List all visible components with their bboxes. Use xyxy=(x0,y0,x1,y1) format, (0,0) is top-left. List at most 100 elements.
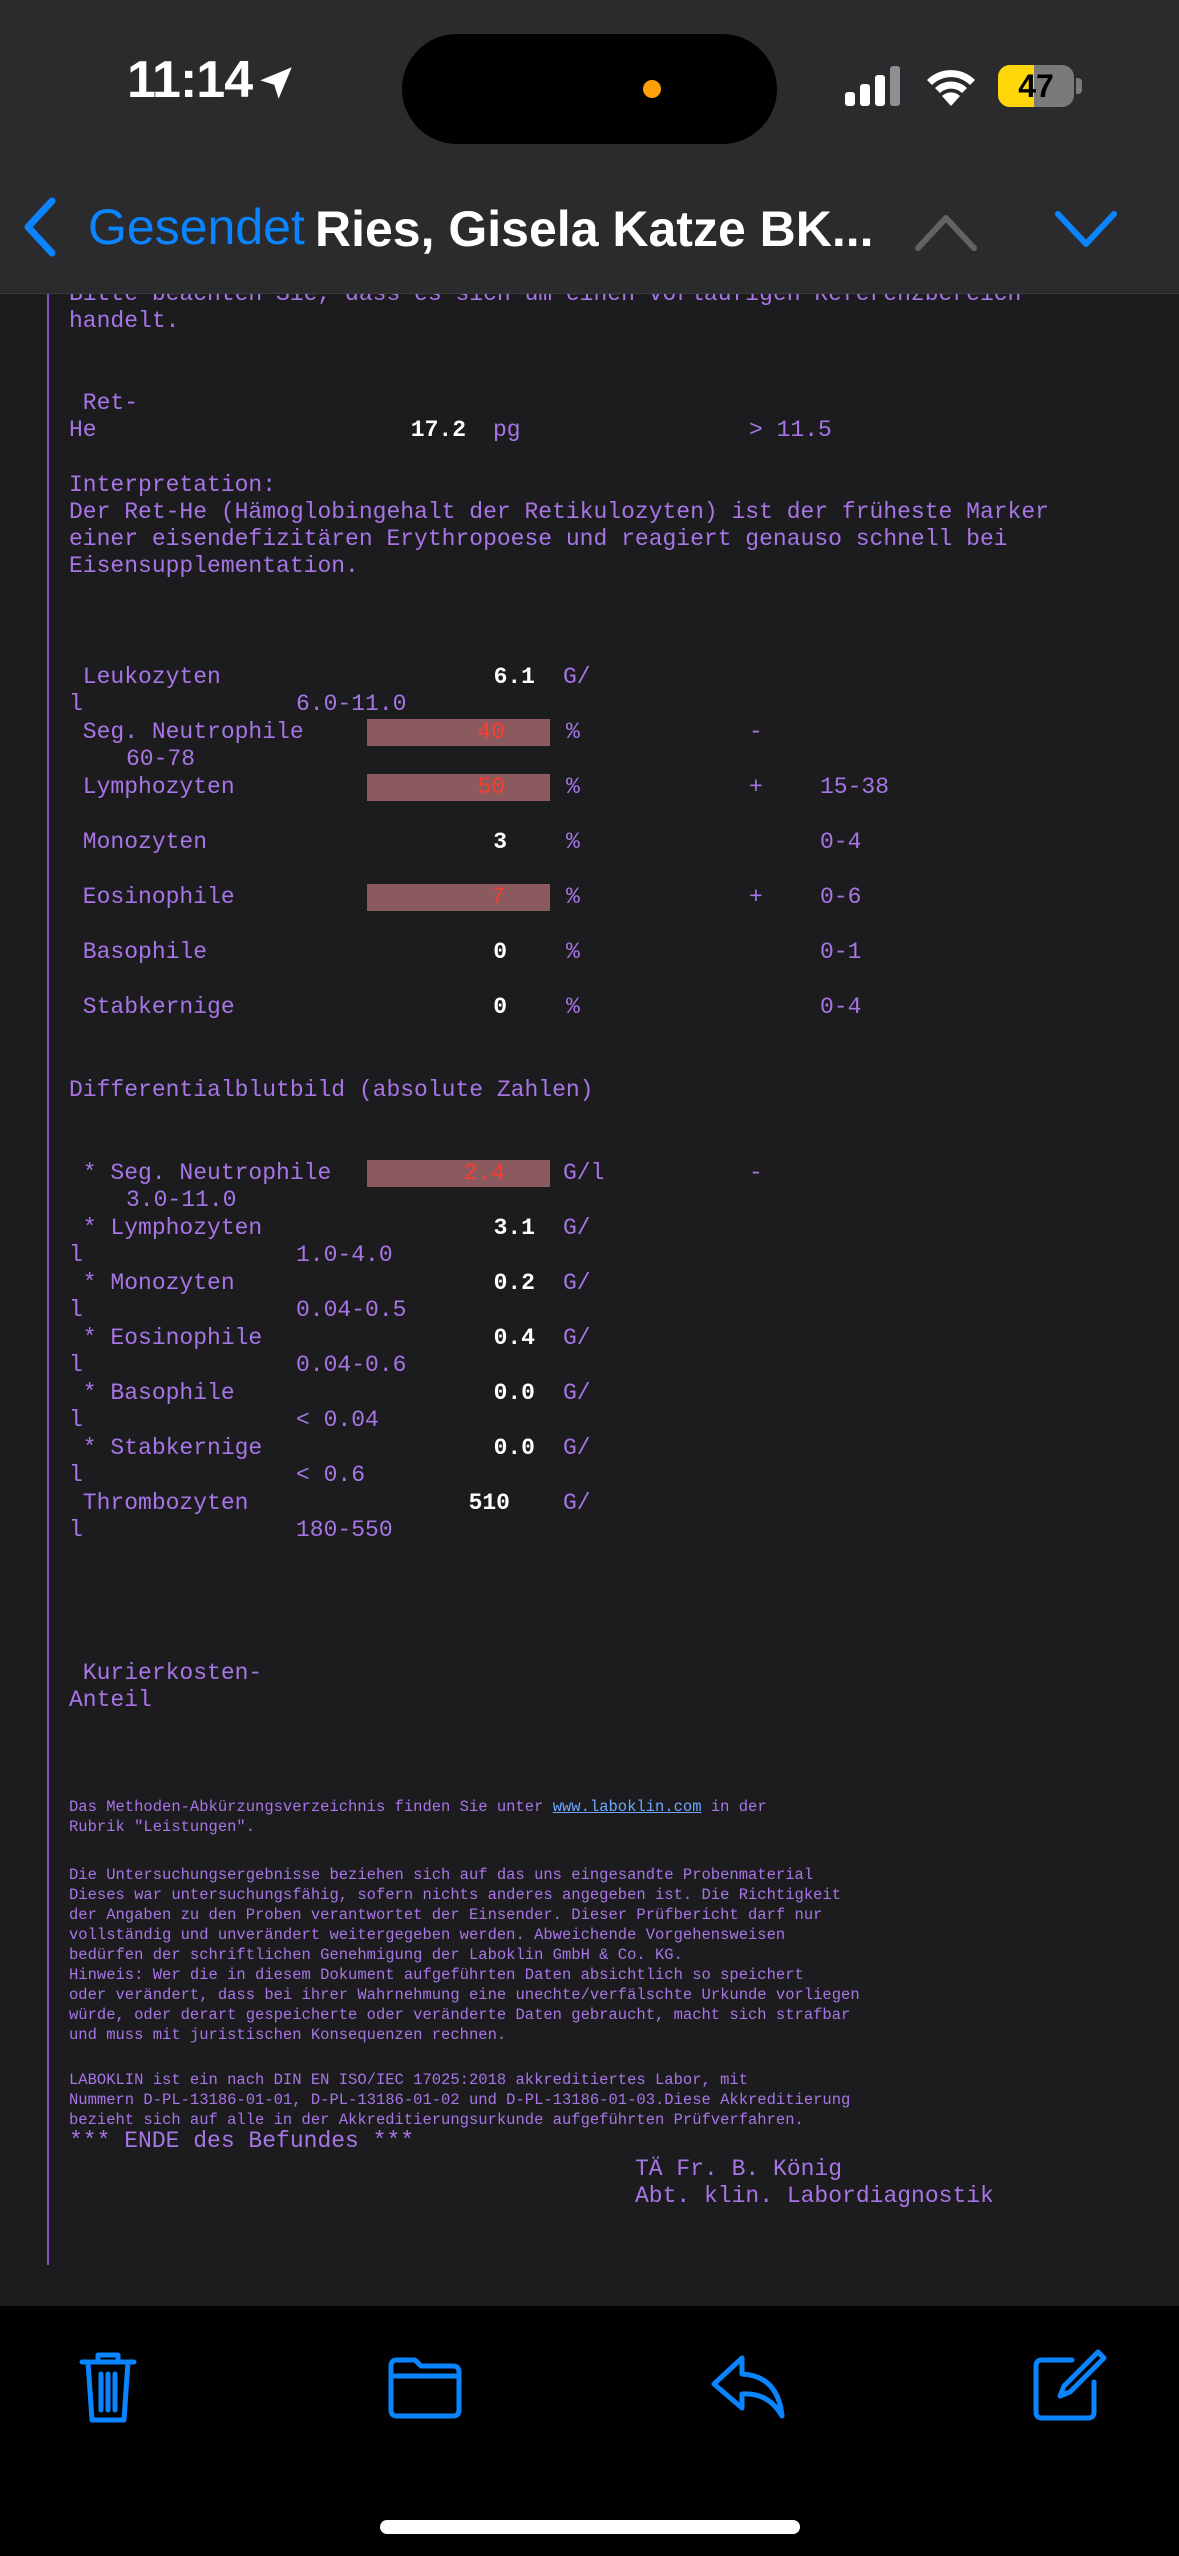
basophile-value: 0 xyxy=(493,939,507,965)
thrombozyten-unit: G/ xyxy=(563,1490,591,1516)
abs-stabkernige-unit: G/ xyxy=(563,1435,591,1461)
trash-icon[interactable] xyxy=(68,2346,148,2426)
abs-basophile-value: 0.0 xyxy=(493,1380,535,1406)
basophile-ref: 0-1 xyxy=(820,939,862,965)
wifi-icon xyxy=(927,70,975,106)
quote-rule xyxy=(47,294,49,2265)
cellular-signal-icon xyxy=(845,66,900,106)
disclaimer-line: Die Untersuchungsergebnisse beziehen sic… xyxy=(69,1866,814,1884)
abs-monozyten-ref: 0.04-0.5 xyxy=(296,1297,407,1323)
abs-monozyten-unit: G/ xyxy=(563,1270,591,1296)
disclaimer-line: Dieses war untersuchungsfähig, sofern ni… xyxy=(69,1886,842,1904)
signature-name: TÄ Fr. B. König xyxy=(635,2156,843,2182)
eosinophile-unit: % xyxy=(566,884,580,910)
abs-seg-neutrophile-ref: 3.0-11.0 xyxy=(126,1187,237,1213)
seg-neutrophile-flag: - xyxy=(749,719,763,745)
disclaimer-line: oder verändert, dass bei ihrer Wahrnehmu… xyxy=(69,1986,860,2004)
reply-icon[interactable] xyxy=(708,2346,788,2426)
back-label: Gesendet xyxy=(88,199,305,255)
battery-cap xyxy=(1076,78,1082,94)
navigation-bar: Gesendet Ries, Gisela Katze BK... xyxy=(0,160,1179,294)
interpretation-line: Der Ret-He (Hämoglobingehalt der Retikul… xyxy=(69,499,1049,525)
seg-neutrophile-unit: % xyxy=(566,719,580,745)
abs-monozyten-value: 0.2 xyxy=(493,1270,535,1296)
eosinophile-flag: + xyxy=(749,884,763,910)
abs-monozyten-unit-wrap: l xyxy=(69,1297,83,1323)
abs-eosinophile-unit-wrap: l xyxy=(69,1352,83,1378)
disclaimer-line: vollständig und unverändert weitergegebe… xyxy=(69,1926,786,1944)
monozyten-ref: 0-4 xyxy=(820,829,862,855)
basophile-label: Basophile xyxy=(69,939,208,965)
abs-eosinophile-unit: G/ xyxy=(563,1325,591,1351)
thrombozyten-unit-wrap: l xyxy=(69,1517,83,1543)
disclaimer-line: bedürfen der schriftlichen Genehmigung d… xyxy=(69,1946,683,1964)
abs-monozyten-label: * Monozyten xyxy=(69,1270,235,1296)
accreditation-line: Nummern D-PL-13186-01-01, D-PL-13186-01-… xyxy=(69,2091,851,2109)
abs-stabkernige-ref: < 0.6 xyxy=(296,1462,366,1488)
monozyten-value: 3 xyxy=(493,829,507,855)
bottom-toolbar xyxy=(0,2306,1179,2556)
abs-lymphozyten-ref: 1.0-4.0 xyxy=(296,1242,393,1268)
abs-lymphozyten-unit: G/ xyxy=(563,1215,591,1241)
lymphozyten-label: Lymphozyten xyxy=(69,774,235,800)
basophile-unit: % xyxy=(566,939,580,965)
laboklin-link[interactable]: www.laboklin.com xyxy=(553,1798,702,1816)
compose-icon[interactable] xyxy=(1028,2346,1108,2426)
stabkernige-value: 0 xyxy=(493,994,507,1020)
eosinophile-value: 7 xyxy=(491,884,505,910)
stabkernige-unit: % xyxy=(566,994,580,1020)
accreditation-line: LABOKLIN ist ein nach DIN EN ISO/IEC 170… xyxy=(69,2071,749,2089)
dynamic-island xyxy=(402,34,777,144)
disclaimer-line: Hinweis: Wer die in diesem Dokument aufg… xyxy=(69,1966,804,1984)
back-button[interactable]: Gesendet xyxy=(20,197,305,257)
next-message-chevron-down-icon[interactable] xyxy=(1052,200,1120,260)
abs-seg-neutrophile-label: * Seg. Neutrophile xyxy=(69,1160,332,1186)
rethe-value: 17.2 xyxy=(410,417,466,443)
status-time: 11:14 xyxy=(127,51,253,109)
battery-percent: 47 xyxy=(1018,68,1054,104)
abs-lymphozyten-label: * Lymphozyten xyxy=(69,1215,263,1241)
disclaimer-line: würde, oder derart gespeicherte oder ver… xyxy=(69,2006,851,2024)
monozyten-label: Monozyten xyxy=(69,829,208,855)
disclaimer-line: der Angaben zu den Proben verantwortet d… xyxy=(69,1906,823,1924)
rethe-unit: pg xyxy=(493,417,521,443)
leukozyten-unit-wrap: l xyxy=(69,691,83,717)
method-note-text: Das Methoden-Abkürzungsverzeichnis finde… xyxy=(69,1798,553,1816)
leukozyten-value: 6.1 xyxy=(493,664,535,690)
abs-basophile-unit: G/ xyxy=(563,1380,591,1406)
accreditation-line: bezieht sich auf alle in der Akkreditier… xyxy=(69,2111,804,2129)
abs-seg-neutrophile-unit: G/l xyxy=(563,1160,605,1186)
leukozyten-ref: 6.0-11.0 xyxy=(296,691,407,717)
abs-seg-neutrophile-value: 2.4 xyxy=(463,1160,505,1186)
differential-title: Differentialblutbild (absolute Zahlen) xyxy=(69,1077,594,1103)
eosinophile-ref: 0-6 xyxy=(820,884,862,910)
seg-neutrophile-value: 40 xyxy=(477,719,505,745)
interpretation-line: Eisensupplementation. xyxy=(69,553,359,579)
interpretation-title: Interpretation: xyxy=(69,472,277,498)
thrombozyten-label: Thrombozyten xyxy=(69,1490,249,1516)
seg-neutrophile-ref: 60-78 xyxy=(126,746,196,772)
battery-indicator: 47 xyxy=(998,65,1074,107)
stabkernige-label: Stabkernige xyxy=(69,994,235,1020)
abs-basophile-unit-wrap: l xyxy=(69,1407,83,1433)
intro-end-line: handelt. xyxy=(69,308,180,334)
abs-stabkernige-unit-wrap: l xyxy=(69,1462,83,1488)
method-note-line2: Rubrik "Leistungen". xyxy=(69,1818,256,1836)
privacy-indicator-dot xyxy=(643,80,661,98)
home-indicator[interactable] xyxy=(380,2520,800,2534)
abs-eosinophile-label: * Eosinophile xyxy=(69,1325,263,1351)
lymphozyten-ref: 15-38 xyxy=(820,774,890,800)
abs-seg-neutrophile-flag: - xyxy=(749,1160,763,1186)
method-note-end: in der xyxy=(701,1798,767,1816)
folder-icon[interactable] xyxy=(385,2346,465,2426)
disclaimer-line: und muss mit juristischen Konsequenzen r… xyxy=(69,2026,507,2044)
message-body[interactable]: Bitte beachten Sie, dass es sich um eine… xyxy=(0,294,1179,2306)
location-arrow-icon xyxy=(260,67,292,99)
thrombozyten-ref: 180-550 xyxy=(296,1517,393,1543)
thrombozyten-value: 510 xyxy=(468,1490,510,1516)
eosinophile-label: Eosinophile xyxy=(69,884,235,910)
abs-stabkernige-value: 0.0 xyxy=(493,1435,535,1461)
previous-message-chevron-up-icon[interactable] xyxy=(912,200,980,260)
rethe-label-2: He xyxy=(69,417,97,443)
message-subject-title: Ries, Gisela Katze BK... xyxy=(315,201,874,257)
